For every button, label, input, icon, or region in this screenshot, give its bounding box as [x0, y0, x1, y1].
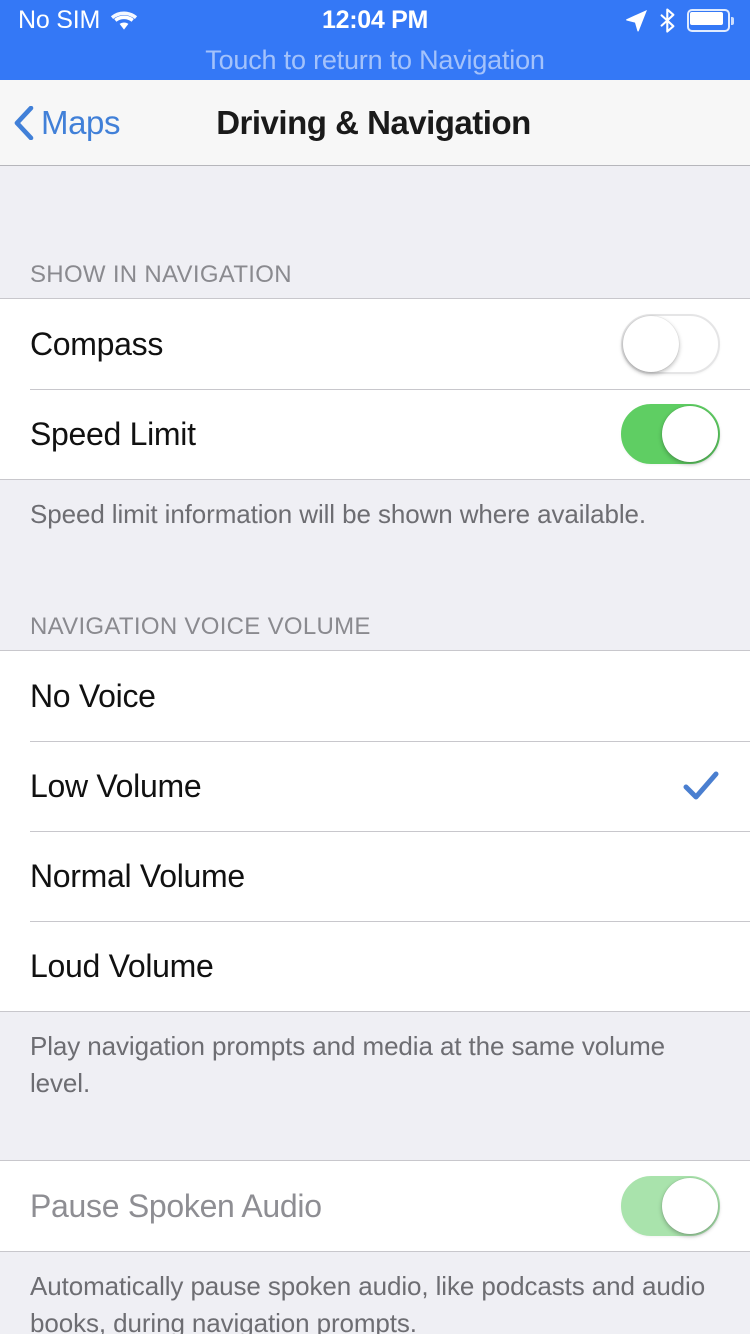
settings-screen: No SIM 12:04 PM Touch to return to Navig…	[0, 0, 750, 1334]
toggle-pause-spoken-audio	[621, 1176, 720, 1236]
row-speed-limit[interactable]: Speed Limit	[0, 389, 750, 479]
row-loud-volume[interactable]: Loud Volume	[0, 921, 750, 1011]
row-pause-spoken-audio[interactable]: Pause Spoken Audio	[0, 1161, 750, 1251]
row-label: Pause Spoken Audio	[30, 1187, 322, 1224]
section-spacer	[0, 1102, 750, 1160]
navigation-bar: Maps Driving & Navigation	[0, 80, 750, 166]
status-bar: No SIM 12:04 PM	[0, 0, 750, 40]
row-label: Compass	[30, 325, 164, 362]
cell-group: No Voice Low Volume Normal Volume Loud Volu…	[0, 650, 750, 1012]
row-label: Loud Volume	[30, 947, 214, 984]
row-label: No Voice	[30, 677, 156, 714]
settings-table: SHOW IN NAVIGATION Compass Speed Limit Spee…	[0, 166, 750, 1334]
toggle-knob	[662, 1178, 718, 1234]
return-to-navigation-banner[interactable]: No SIM 12:04 PM Touch to return to Navig…	[0, 0, 750, 80]
banner-label: Touch to return to Navigation	[205, 44, 545, 75]
row-normal-volume[interactable]: Normal Volume	[0, 831, 750, 921]
toggle-knob	[623, 316, 679, 372]
section-footer: Speed limit information will be shown wh…	[0, 480, 750, 533]
row-label: Low Volume	[30, 767, 202, 804]
section-header-show-in-navigation: SHOW IN NAVIGATION	[0, 236, 750, 298]
cell-group: Pause Spoken Audio	[0, 1160, 750, 1252]
battery-icon	[687, 8, 734, 32]
toggle-knob	[662, 406, 718, 462]
location-arrow-icon	[624, 8, 649, 33]
section-footer: Play navigation prompts and media at the…	[0, 1012, 750, 1102]
row-label: Normal Volume	[30, 857, 245, 894]
section-header-navigation-voice-volume: NAVIGATION VOICE VOLUME	[0, 588, 750, 650]
status-bar-right	[624, 0, 734, 40]
section-footer: Automatically pause spoken audio, like p…	[0, 1252, 750, 1334]
row-low-volume[interactable]: Low Volume	[0, 741, 750, 831]
section-spacer	[0, 533, 750, 588]
row-no-voice[interactable]: No Voice	[0, 651, 750, 741]
section-spacer	[0, 166, 750, 236]
toggle-speed-limit[interactable]	[621, 404, 720, 464]
page-title: Driving & Navigation	[216, 104, 531, 141]
bluetooth-icon	[660, 7, 676, 33]
checkmark-icon	[682, 767, 720, 805]
clock-label: 12:04 PM	[322, 5, 428, 34]
toggle-compass[interactable]	[621, 314, 720, 374]
cell-group: Compass Speed Limit	[0, 298, 750, 480]
row-compass[interactable]: Compass	[0, 299, 750, 389]
row-label: Speed Limit	[30, 415, 196, 452]
